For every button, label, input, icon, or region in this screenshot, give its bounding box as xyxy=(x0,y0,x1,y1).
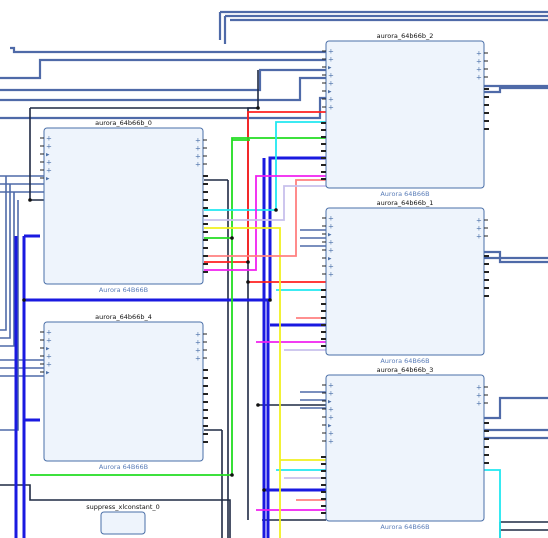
block-title: aurora_64b66b_2 xyxy=(377,32,434,40)
junction-dot-1 xyxy=(28,198,32,202)
junction-dot-7 xyxy=(262,488,266,492)
pin-arrow-icon[interactable]: ▸ xyxy=(46,369,50,377)
pin-arrow-icon[interactable]: ▸ xyxy=(328,231,332,239)
pin-expand-icon[interactable]: + xyxy=(476,233,482,241)
pin-expand-icon[interactable]: + xyxy=(195,137,201,145)
pin-expand-icon[interactable]: + xyxy=(46,167,52,175)
junction-dot-4 xyxy=(268,298,272,302)
block-body xyxy=(43,321,204,462)
junction-dot-2 xyxy=(246,260,250,264)
pin-expand-icon[interactable]: + xyxy=(195,331,201,339)
pin-expand-icon[interactable]: + xyxy=(476,66,482,74)
block-body xyxy=(100,511,146,535)
block-b1[interactable]: aurora_64b66b_1Aurora 64B66B++▸++▸+++++ xyxy=(321,199,489,365)
block-body xyxy=(325,374,485,522)
block-title: aurora_64b66b_4 xyxy=(95,313,152,321)
pin-expand-icon[interactable]: + xyxy=(195,161,201,169)
bus-net-top-5 xyxy=(0,68,326,92)
junction-dot-10 xyxy=(230,473,234,477)
pin-arrow-icon[interactable]: ▸ xyxy=(46,175,50,183)
pin-expand-icon[interactable]: + xyxy=(46,135,52,143)
pin-expand-icon[interactable]: + xyxy=(476,50,482,58)
block-subtitle: Aurora 64B66B xyxy=(99,463,148,471)
block-subtitle: Aurora 64B66B xyxy=(380,357,429,365)
block-body xyxy=(43,127,204,285)
bus-net-left-4 xyxy=(0,184,11,339)
pin-expand-icon[interactable]: + xyxy=(328,414,334,422)
pin-expand-icon[interactable]: + xyxy=(476,384,482,392)
junction-dot-5 xyxy=(22,298,26,302)
pin-expand-icon[interactable]: + xyxy=(195,347,201,355)
bus-net-out-1 xyxy=(484,86,548,94)
pin-expand-icon[interactable]: + xyxy=(328,247,334,255)
pin-expand-icon[interactable]: + xyxy=(328,215,334,223)
block-title: aurora_64b66b_3 xyxy=(377,366,434,374)
pin-expand-icon[interactable]: + xyxy=(328,72,334,80)
bus-net-top-3 xyxy=(10,46,326,54)
block-b3[interactable]: aurora_64b66b_3Aurora 64B66B++▸++▸+++++ xyxy=(321,366,489,531)
junction-dot-3 xyxy=(230,236,234,240)
junction-dot-0 xyxy=(256,106,260,110)
junction-dot-8 xyxy=(256,403,260,407)
bus-net-left-3 xyxy=(0,176,7,331)
block-b4[interactable]: aurora_64b66b_4Aurora 64B66B++▸++▸++++ xyxy=(40,313,208,471)
pin-expand-icon[interactable]: + xyxy=(195,145,201,153)
block-subtitle: Aurora 64B66B xyxy=(99,286,148,294)
pin-arrow-icon[interactable]: ▸ xyxy=(328,398,332,406)
bus-net-out-4 xyxy=(484,396,548,420)
pin-expand-icon[interactable]: + xyxy=(46,329,52,337)
pin-expand-icon[interactable]: + xyxy=(328,223,334,231)
pin-expand-icon[interactable]: + xyxy=(476,225,482,233)
pin-expand-icon[interactable]: + xyxy=(476,58,482,66)
pin-expand-icon[interactable]: + xyxy=(46,353,52,361)
pin-expand-icon[interactable]: + xyxy=(328,96,334,104)
junction-dot-9 xyxy=(246,280,250,284)
pin-expand-icon[interactable]: + xyxy=(476,392,482,400)
block-title: aurora_64b66b_1 xyxy=(377,199,434,207)
block-diagram-canvas: aurora_64b66b_0Aurora 64B66B++▸++▸++++au… xyxy=(0,10,548,538)
junction-dot-6 xyxy=(274,208,278,212)
pin-arrow-icon[interactable]: ▸ xyxy=(328,255,332,263)
block-body xyxy=(325,207,485,356)
pin-expand-icon[interactable]: + xyxy=(195,339,201,347)
pin-expand-icon[interactable]: + xyxy=(328,104,334,112)
pin-expand-icon[interactable]: + xyxy=(46,143,52,151)
pin-expand-icon[interactable]: + xyxy=(328,48,334,56)
pin-arrow-icon[interactable]: ▸ xyxy=(328,422,332,430)
pin-expand-icon[interactable]: + xyxy=(476,74,482,82)
block-body xyxy=(325,40,485,189)
pin-expand-icon[interactable]: + xyxy=(195,355,201,363)
pin-expand-icon[interactable]: + xyxy=(328,271,334,279)
block-subtitle: Aurora 64B66B xyxy=(380,190,429,198)
pin-expand-icon[interactable]: + xyxy=(476,400,482,408)
block-title: suppress_xlconstant_0 xyxy=(86,503,160,511)
pin-expand-icon[interactable]: + xyxy=(46,361,52,369)
pin-expand-icon[interactable]: + xyxy=(328,438,334,446)
pin-expand-icon[interactable]: + xyxy=(46,159,52,167)
pin-expand-icon[interactable]: + xyxy=(328,239,334,247)
pin-expand-icon[interactable]: + xyxy=(328,56,334,64)
pin-expand-icon[interactable]: + xyxy=(328,263,334,271)
pin-arrow-icon[interactable]: ▸ xyxy=(328,88,332,96)
pin-arrow-icon[interactable]: ▸ xyxy=(46,345,50,353)
pin-expand-icon[interactable]: + xyxy=(328,406,334,414)
pin-expand-icon[interactable]: + xyxy=(476,217,482,225)
block-title: aurora_64b66b_0 xyxy=(95,119,152,127)
pin-expand-icon[interactable]: + xyxy=(328,382,334,390)
block-xc[interactable]: suppress_xlconstant_0 xyxy=(86,503,160,535)
pin-expand-icon[interactable]: + xyxy=(328,430,334,438)
block-b0[interactable]: aurora_64b66b_0Aurora 64B66B++▸++▸++++ xyxy=(40,119,208,294)
block-b2[interactable]: aurora_64b66b_2Aurora 64B66B++▸++▸++++++ xyxy=(321,32,489,198)
block-subtitle: Aurora 64B66B xyxy=(380,523,429,531)
pin-arrow-icon[interactable]: ▸ xyxy=(328,64,332,72)
pin-expand-icon[interactable]: + xyxy=(46,337,52,345)
pin-expand-icon[interactable]: + xyxy=(328,80,334,88)
pin-expand-icon[interactable]: + xyxy=(195,153,201,161)
bus-net-left-5 xyxy=(0,192,15,347)
pin-arrow-icon[interactable]: ▸ xyxy=(46,151,50,159)
pin-expand-icon[interactable]: + xyxy=(328,390,334,398)
